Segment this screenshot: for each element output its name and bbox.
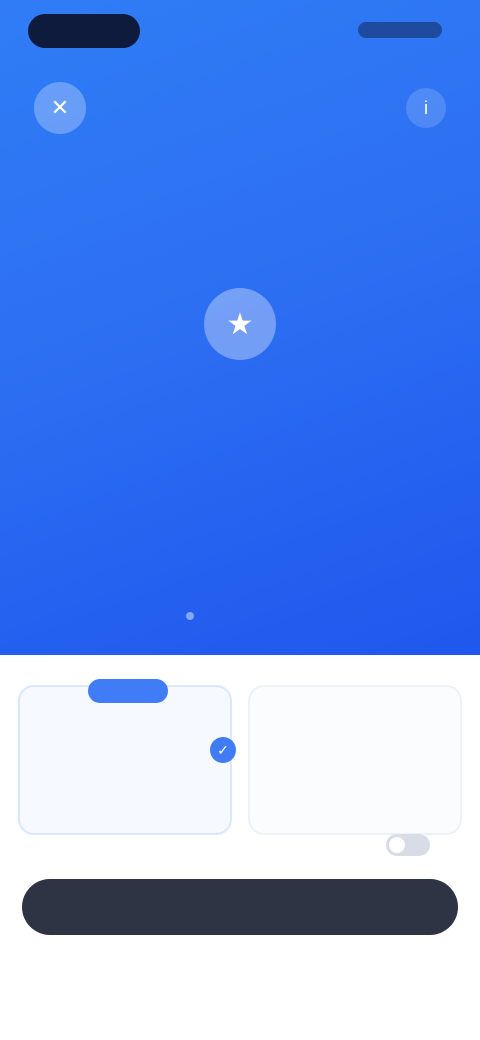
plan-card-selected[interactable] [18,679,232,835]
hero-icon-glyph: ★ [226,307,254,341]
info-button[interactable]: i [406,88,446,128]
close-button[interactable]: ✕ [34,82,86,134]
plan-card-alternate[interactable] [248,685,462,835]
continue-button[interactable] [22,879,458,935]
bottom-sheet: ✓ [0,655,480,1040]
status-bar-pill [28,14,140,48]
plan-badge [88,679,168,703]
close-icon: ✕ [50,95,70,120]
trial-toggle[interactable] [386,834,430,856]
paywall-screen: ✕ i ★ ✓ [0,0,480,1040]
status-bar-indicators [358,22,442,38]
hero-section: ✕ i ★ [0,0,480,655]
info-icon: i [424,97,428,118]
footer-links [0,973,480,987]
plan-options: ✓ [18,679,462,835]
trial-row [50,833,430,857]
star-icon: ★ [204,288,276,360]
page-indicator-dot [186,612,194,620]
check-icon: ✓ [210,737,236,763]
